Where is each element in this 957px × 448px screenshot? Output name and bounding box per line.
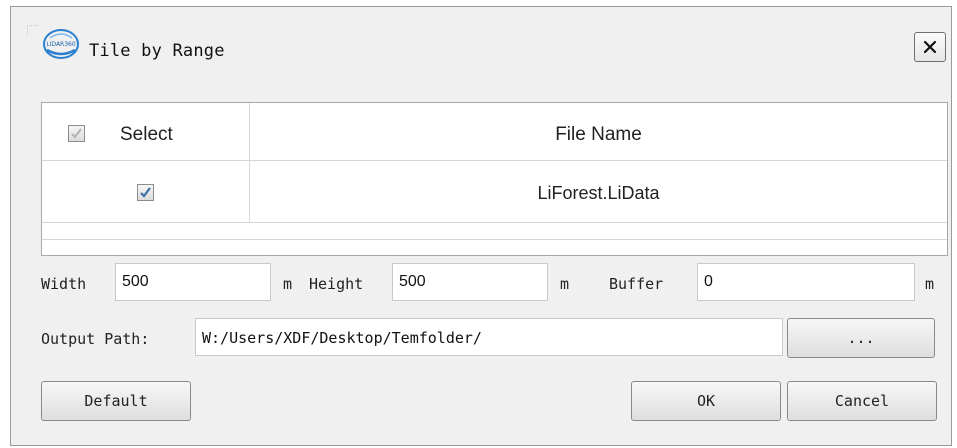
height-unit: m (560, 275, 570, 293)
buffer-unit: m (925, 275, 935, 293)
file-name-cell: LiForest.LiData (537, 183, 660, 203)
browse-button[interactable]: ... (787, 318, 935, 358)
default-button[interactable]: Default (41, 381, 191, 421)
height-label: Height (309, 275, 364, 293)
table-header: Select File Name (42, 103, 947, 161)
close-button[interactable] (914, 32, 946, 62)
width-label: Width (41, 275, 87, 293)
buffer-label: Buffer (609, 275, 664, 293)
select-all-checkbox[interactable] (68, 125, 85, 142)
output-path-input[interactable]: W:/Users/XDF/Desktop/Temfolder/ (195, 318, 783, 356)
drag-grip-icon (27, 25, 38, 36)
height-input[interactable]: 500 (392, 263, 548, 301)
width-unit: m (283, 275, 293, 293)
output-path-label: Output Path: (41, 330, 150, 348)
svg-text:LIDAR360: LIDAR360 (46, 41, 76, 48)
cancel-button[interactable]: Cancel (787, 381, 937, 421)
column-header-file-name[interactable]: File Name (250, 124, 947, 146)
close-icon (923, 40, 937, 54)
tile-by-range-dialog: LIDAR360 Tile by Range Select File Name (10, 6, 952, 446)
buffer-input[interactable]: 0 (697, 263, 915, 301)
row-divider (42, 239, 947, 240)
ok-button[interactable]: OK (631, 381, 781, 421)
column-divider (249, 103, 250, 222)
checkmark-icon (71, 128, 82, 139)
title-bar[interactable]: LIDAR360 Tile by Range (11, 7, 951, 87)
app-logo-icon: LIDAR360 (41, 26, 81, 62)
checkmark-icon (140, 187, 151, 198)
file-table: Select File Name LiForest.LiData (41, 102, 948, 256)
row-divider (42, 222, 947, 223)
row-checkbox[interactable] (137, 184, 154, 201)
width-input[interactable]: 500 (115, 263, 271, 301)
window-title: Tile by Range (89, 41, 225, 61)
column-header-select[interactable]: Select (120, 124, 173, 146)
